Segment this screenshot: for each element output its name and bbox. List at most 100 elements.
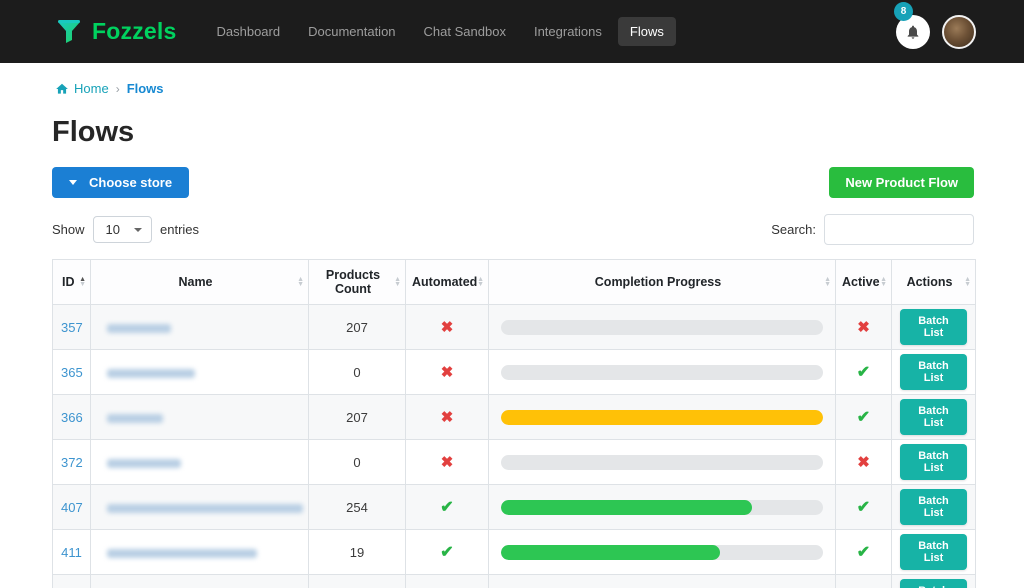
flow-name-redacted[interactable] <box>107 414 163 423</box>
automated-cross-icon: ✖ <box>441 364 454 381</box>
flow-name-redacted[interactable] <box>107 459 181 468</box>
flow-id-link[interactable]: 411 <box>61 545 82 560</box>
active-cross-icon: ✖ <box>857 319 870 336</box>
flow-name-redacted[interactable] <box>107 369 195 378</box>
search-input[interactable] <box>824 214 974 245</box>
table-row: 407 254 ✔ ✔ Batch List <box>53 485 976 530</box>
choose-store-label: Choose store <box>89 175 172 190</box>
search-label: Search: <box>771 222 816 237</box>
brand[interactable]: Fozzels <box>55 18 176 46</box>
progress-bar-fill <box>501 545 720 560</box>
progress-bar <box>501 500 823 515</box>
progress-bar-fill <box>501 410 823 425</box>
new-product-flow-button[interactable]: New Product Flow <box>829 167 974 198</box>
table-controls: Show 10 entries Search: <box>52 214 974 245</box>
column-header-actions[interactable]: Actions ▲▼ <box>892 260 976 305</box>
nav-item-documentation[interactable]: Documentation <box>296 17 407 46</box>
home-icon <box>55 82 69 96</box>
breadcrumb: Home › Flows <box>55 81 974 96</box>
flow-id-link[interactable]: 372 <box>61 455 83 470</box>
sort-icon: ▲▼ <box>477 277 484 287</box>
sort-icon: ▲▼ <box>79 277 86 287</box>
automated-cross-icon: ✖ <box>441 319 454 336</box>
column-header-products-count[interactable]: Products Count ▲▼ <box>309 260 406 305</box>
products-count: 19 <box>309 530 406 575</box>
flows-table-body: 357 207 ✖ ✖ Batch List 365 0 ✖ ✔ Batch List 366 207… <box>53 305 976 588</box>
flow-id-link[interactable]: 365 <box>61 365 83 380</box>
active-check-icon: ✔ <box>857 364 870 381</box>
progress-bar <box>501 455 823 470</box>
sort-icon: ▲▼ <box>824 277 831 287</box>
progress-bar <box>501 320 823 335</box>
bell-icon <box>905 24 921 40</box>
products-count: 254 <box>309 485 406 530</box>
table-row: 372 0 ✖ ✖ Batch List <box>53 440 976 485</box>
sort-icon: ▲▼ <box>297 277 304 287</box>
breadcrumb-home-label: Home <box>74 81 109 96</box>
brand-logo-icon <box>55 18 83 46</box>
batch-list-button[interactable]: Batch List <box>900 534 967 570</box>
automated-cross-icon: ✖ <box>441 409 454 426</box>
column-header-automated[interactable]: Automated ▲▼ <box>406 260 489 305</box>
chevron-down-icon <box>134 228 142 232</box>
active-check-icon: ✔ <box>857 409 870 426</box>
flow-name-redacted[interactable] <box>107 504 303 513</box>
entries-label: entries <box>160 222 199 237</box>
flow-id-link[interactable]: 407 <box>61 500 83 515</box>
sort-icon: ▲▼ <box>880 277 887 287</box>
chevron-down-icon <box>69 180 77 185</box>
nav-item-integrations[interactable]: Integrations <box>522 17 614 46</box>
sort-icon: ▲▼ <box>964 277 971 287</box>
table-row: 3650✖✔Batch List <box>53 350 976 395</box>
nav-item-chat-sandbox[interactable]: Chat Sandbox <box>412 17 518 46</box>
batch-list-button[interactable]: Batch List <box>900 579 967 588</box>
progress-bar-fill <box>501 500 752 515</box>
batch-list-button[interactable]: Batch List <box>900 309 967 345</box>
active-cross-icon: ✖ <box>857 454 870 471</box>
nav-item-dashboard[interactable]: Dashboard <box>204 17 292 46</box>
flow-id-link[interactable]: 357 <box>61 320 83 335</box>
products-count: 0 <box>309 440 406 485</box>
products-count: 192 <box>309 575 406 588</box>
batch-list-button[interactable]: Batch List <box>900 399 967 435</box>
navbar-right: 8 <box>896 15 976 49</box>
progress-bar <box>501 410 823 425</box>
table-row: 357 207 ✖ ✖ Batch List <box>53 305 976 350</box>
automated-cross-icon: ✖ <box>441 454 454 471</box>
automated-check-icon: ✔ <box>440 499 453 516</box>
table-row: 412192✖✔Batch List <box>53 575 976 588</box>
products-count: 207 <box>309 305 406 350</box>
automated-check-icon: ✔ <box>440 544 453 561</box>
choose-store-button[interactable]: Choose store <box>52 167 189 198</box>
search: Search: <box>771 214 974 245</box>
nav-item-flows[interactable]: Flows <box>618 17 676 46</box>
column-header-completion-progress[interactable]: Completion Progress ▲▼ <box>489 260 836 305</box>
active-check-icon: ✔ <box>857 544 870 561</box>
breadcrumb-home-link[interactable]: Home <box>55 81 109 96</box>
sort-icon: ▲▼ <box>394 277 401 287</box>
column-header-active[interactable]: Active ▲▼ <box>836 260 892 305</box>
column-header-id[interactable]: ID ▲▼ <box>53 260 91 305</box>
page-size-select[interactable]: 10 <box>93 216 152 243</box>
progress-bar <box>501 365 823 380</box>
brand-name: Fozzels <box>92 18 176 45</box>
table-row: 366 207 ✖ ✔ Batch List <box>53 395 976 440</box>
show-label: Show <box>52 222 85 237</box>
column-header-name[interactable]: Name ▲▼ <box>91 260 309 305</box>
page-title: Flows <box>52 116 1024 149</box>
progress-bar <box>501 545 823 560</box>
notification-count-badge: 8 <box>894 2 913 21</box>
breadcrumb-separator: › <box>116 82 120 96</box>
batch-list-button[interactable]: Batch List <box>900 444 967 480</box>
user-avatar[interactable] <box>942 15 976 49</box>
notifications: 8 <box>896 15 930 49</box>
flow-name-redacted[interactable] <box>107 549 257 558</box>
toolbar: Choose store New Product Flow <box>52 167 974 198</box>
active-check-icon: ✔ <box>857 499 870 516</box>
batch-list-button[interactable]: Batch List <box>900 354 967 390</box>
batch-list-button[interactable]: Batch List <box>900 489 967 525</box>
products-count: 207 <box>309 395 406 440</box>
flow-name-redacted[interactable] <box>107 324 171 333</box>
table-header: ID ▲▼ Name ▲▼ Products Count ▲▼ Automate… <box>53 260 976 305</box>
flow-id-link[interactable]: 366 <box>61 410 83 425</box>
